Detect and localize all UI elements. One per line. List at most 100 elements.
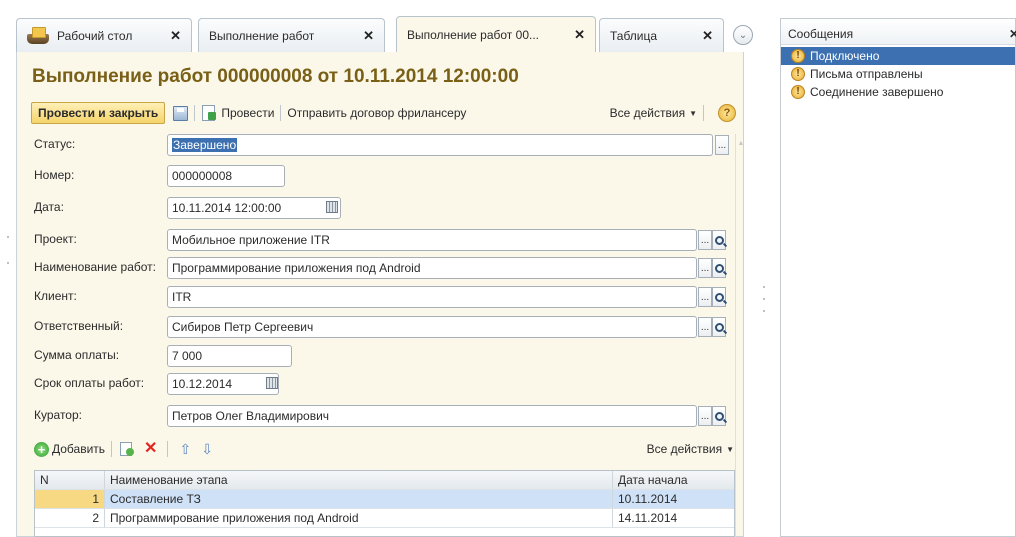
work-name-open-button[interactable] [712,258,726,278]
all-actions-menu[interactable]: Все действия [610,106,685,120]
project-choose-button[interactable]: ... [698,230,712,250]
search-icon [714,322,724,332]
client-choose-button[interactable]: ... [698,287,712,307]
project-field[interactable]: Мобильное приложение ITR [167,229,697,251]
responsible-label: Ответственный: [34,319,124,333]
add-icon: + [34,441,49,457]
message-text: Соединение завершено [810,85,944,99]
post-and-close-button[interactable]: Провести и закрыть [31,102,166,124]
delete-icon[interactable]: ✕ [144,441,157,457]
client-open-button[interactable] [712,287,726,307]
window-edge-mark [7,262,9,264]
scroll-up-arrow[interactable]: ▲ [736,140,746,147]
status-choose-button[interactable]: ... [715,135,729,155]
curator-choose-button[interactable]: ... [698,406,712,426]
tab-label: Выполнение работ [209,28,315,43]
close-icon[interactable]: ✕ [1009,27,1016,41]
tabs-more-button[interactable]: ⌄ [733,25,753,45]
table-toolbar: + Добавить ✕ ⇧ ⇩ Все действия ▼ [34,438,734,460]
column-header-start-date[interactable]: Дата начала [613,471,734,490]
tab-label: Выполнение работ 00... [407,27,539,42]
table-row[interactable]: 1 Составление ТЗ 10.11.2014 [35,490,734,509]
client-field[interactable]: ITR [167,286,697,308]
calendar-icon[interactable] [326,201,338,213]
curator-field[interactable]: Петров Олег Владимирович [167,405,697,427]
close-icon[interactable]: ✕ [568,27,585,43]
table-row[interactable]: 2 Программирование приложения под Androi… [35,509,734,528]
status-row: Статус: Завершено ... [34,134,729,156]
calendar-icon[interactable] [266,377,278,389]
row-start-date: 14.11.2014 [613,509,734,528]
project-label: Проект: [34,232,77,246]
project-row: Проект: Мобильное приложение ITR ... [34,229,734,251]
messages-panel: Сообщения ✕ ! Подключено ! Письма отправ… [780,18,1016,537]
message-item[interactable]: ! Подключено [781,47,1015,65]
save-icon[interactable] [173,105,189,121]
responsible-field[interactable]: Сибиров Петр Сергеевич [167,316,697,338]
work-name-row: Наименование работ: Программирование при… [34,257,734,279]
tab-work-document[interactable]: Выполнение работ 00... ✕ [396,16,596,52]
message-item[interactable]: ! Соединение завершено [781,83,1015,101]
window-edge-mark [7,236,9,238]
date-field[interactable]: 10.11.2014 12:00:00 [167,197,341,219]
responsible-row: Ответственный: Сибиров Петр Сергеевич ..… [34,316,734,338]
search-icon [714,411,724,421]
tab-table[interactable]: Таблица ✕ [599,18,724,52]
chevron-down-icon: ▼ [726,444,734,454]
row-number: 1 [35,490,105,509]
work-name-choose-button[interactable]: ... [698,258,712,278]
payment-sum-field[interactable]: 7 000 [167,345,292,367]
column-header-n[interactable]: N [35,471,105,490]
row-stage-name: Составление ТЗ [105,490,613,509]
post-button[interactable]: Провести [221,106,274,120]
responsible-open-button[interactable] [712,317,726,337]
messages-title: Сообщения [788,27,854,41]
client-row: Клиент: ITR ... [34,286,734,308]
page-title: Выполнение работ 000000008 от 10.11.2014… [32,66,519,87]
toolbar-divider [703,105,704,121]
table-all-actions-menu[interactable]: Все действия [647,442,722,456]
date-label: Дата: [34,200,64,214]
number-field[interactable]: 000000008 [167,165,285,187]
search-icon [714,263,724,273]
move-down-icon[interactable]: ⇩ [201,442,213,456]
move-up-icon[interactable]: ⇧ [179,442,191,456]
message-item[interactable]: ! Письма отправлены [781,65,1015,83]
close-icon[interactable]: ✕ [164,28,181,44]
tab-bar: Рабочий стол ✕ Выполнение работ ✕ Выполн… [16,12,760,52]
close-icon[interactable]: ✕ [696,28,713,44]
tab-desktop[interactable]: Рабочий стол ✕ [16,18,192,52]
table-header: N Наименование этапа Дата начала [35,471,734,490]
status-field[interactable]: Завершено [167,134,713,156]
curator-open-button[interactable] [712,406,726,426]
payment-sum-label: Сумма оплаты: [34,348,120,362]
date-row: Дата: 10.11.2014 12:00:00 [34,197,724,219]
payment-sum-row: Сумма оплаты: 7 000 [34,345,724,367]
status-label: Статус: [34,137,76,151]
toolbar-divider [280,105,282,121]
work-name-field[interactable]: Программирование приложения под Android [167,257,697,279]
add-row-button[interactable]: Добавить [52,442,105,456]
tab-label: Таблица [610,28,658,43]
panel-splitter[interactable] [760,18,772,537]
column-header-stage-name[interactable]: Наименование этапа [105,471,613,490]
responsible-choose-button[interactable]: ... [698,317,712,337]
form-scrollbar[interactable]: ▲ [735,134,745,537]
copy-row-icon[interactable] [120,441,135,457]
warning-icon: ! [791,49,805,63]
payment-due-row: Срок оплаты работ: 10.12.2014 [34,373,724,395]
post-icon [201,105,217,121]
stages-table[interactable]: N Наименование этапа Дата начала 1 Соста… [34,470,735,537]
work-name-label: Наименование работ: [34,260,156,274]
help-icon[interactable]: ? [718,104,736,122]
search-icon [714,292,724,302]
tab-work-list[interactable]: Выполнение работ ✕ [198,18,385,52]
curator-label: Куратор: [34,408,82,422]
table-toolbar-right: Все действия ▼ [647,442,734,456]
payment-due-field[interactable]: 10.12.2014 [167,373,279,395]
close-icon[interactable]: ✕ [357,28,374,44]
toolbar-divider [194,105,196,121]
project-open-button[interactable] [712,230,726,250]
row-number: 2 [35,509,105,528]
send-contract-button[interactable]: Отправить договор фрилансеру [287,106,466,120]
